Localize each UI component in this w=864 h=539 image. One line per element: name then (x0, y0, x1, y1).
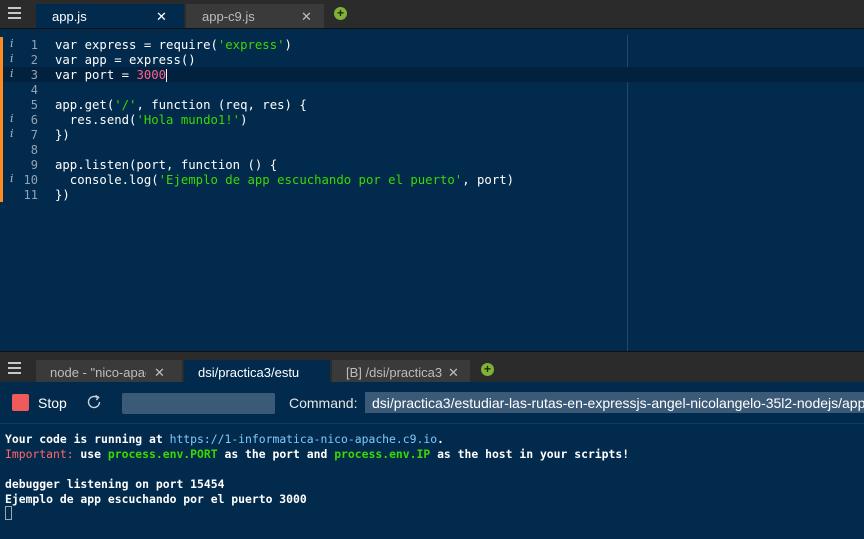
code-text: }) (55, 128, 70, 142)
env-port: process.env.PORT (107, 447, 218, 461)
line-number: 5 (30, 98, 38, 112)
string-literal: 'express' (217, 38, 285, 52)
line-number: 2 (30, 53, 38, 67)
code-token: console.log( (55, 173, 159, 187)
code-token: }) (55, 188, 70, 202)
running-suffix: . (437, 432, 444, 446)
code-token: ) (240, 113, 248, 127)
code-token: var app = express() (55, 53, 196, 67)
code-text: }) (55, 188, 70, 202)
stop-icon[interactable] (12, 394, 29, 411)
close-icon[interactable]: ✕ (156, 9, 167, 25)
terminal-cursor (5, 506, 12, 520)
console-line-debugger: debugger listening on port 15454 (5, 477, 225, 491)
console-line-important: Important: use process.env.PORT as the p… (5, 447, 629, 461)
console-output[interactable]: Your code is running at https://1-inform… (0, 424, 864, 539)
code-token: , function (req, res) { (136, 98, 307, 112)
line-number: 9 (30, 158, 38, 172)
code-line[interactable]: 4 (0, 82, 864, 97)
menu-icon[interactable] (8, 7, 21, 19)
tab-label: dsi/practica3/estu (198, 365, 300, 380)
code-line[interactable]: 9 app.listen(port, function () { (0, 157, 864, 172)
code-text: app.get('/', function (req, res) { (55, 98, 307, 112)
line-number: 6 (30, 113, 38, 127)
line-number: 3 (30, 68, 38, 82)
important-label: Important: (5, 447, 74, 461)
tab-label: app-c9.js (202, 9, 255, 24)
code-token: app.get( (55, 98, 115, 112)
command-label: Command: (289, 395, 358, 411)
code-line[interactable]: 8 (0, 142, 864, 157)
code-text: var port = 3000 (55, 68, 168, 82)
line-number: 8 (30, 143, 38, 157)
code-token: , port) (462, 173, 515, 187)
tab-runner[interactable]: dsi/practica3/estu (184, 360, 330, 383)
tab-app-js[interactable]: app.js ✕ (36, 4, 184, 28)
editor-tab-bar: app.js ✕ app-c9.js ✕ + (0, 0, 864, 29)
console-line-output: Ejemplo de app escuchando por el puerto … (5, 492, 307, 506)
tab-app-c9-js[interactable]: app-c9.js ✕ (186, 4, 324, 28)
code-text: app.listen(port, function () { (55, 158, 277, 172)
code-line[interactable]: i 10 console.log('Ejemplo de app escuchan… (0, 172, 864, 187)
code-line[interactable]: i 3 var port = 3000 (0, 67, 864, 82)
running-url-link[interactable]: https://1-informatica-nico-apache.c9.io (170, 432, 437, 446)
code-editor[interactable]: i 1 var express = require('express') i 2 var … (0, 29, 864, 351)
code-token: var port = (55, 68, 137, 82)
line-number: 7 (30, 128, 38, 142)
tab-label: [B] /dsi/practica3 (346, 365, 443, 380)
code-token: app.listen(port, function () { (55, 158, 278, 172)
important-text: use (73, 447, 108, 461)
string-literal: 'Hola mundo1!' (136, 113, 241, 127)
code-text: var app = express() (55, 53, 196, 67)
close-icon[interactable]: ✕ (301, 9, 312, 25)
text-cursor (166, 69, 168, 82)
running-prefix: Your code is running at (5, 432, 170, 446)
console-line-running: Your code is running at https://1-inform… (5, 432, 444, 446)
code-line[interactable]: i 2 var app = express() (0, 52, 864, 67)
close-icon[interactable]: ✕ (448, 365, 459, 381)
code-token: ) (284, 38, 292, 52)
code-text: var express = require('express') (55, 38, 292, 52)
code-line[interactable]: i6 res.send('Hola mundo1!') (0, 112, 864, 127)
line-number: 4 (30, 83, 38, 97)
tab-label: node - "nico-apac (50, 365, 146, 380)
code-text: console.log('Ejemplo de app escuchando p… (55, 173, 514, 187)
tab-label: app.js (52, 9, 87, 24)
code-text: res.send('Hola mundo1!') (55, 113, 248, 127)
code-token: }) (55, 128, 70, 142)
line-number: 11 (23, 188, 38, 202)
tab-node-process[interactable]: node - "nico-apac ✕ (36, 360, 182, 383)
console-tab-bar: node - "nico-apac ✕ dsi/practica3/estu [… (0, 351, 864, 383)
important-text: as the host in your scripts! (430, 447, 630, 461)
line-number: 1 (30, 38, 38, 52)
number-literal: 3000 (136, 68, 167, 82)
runner-select[interactable] (122, 393, 275, 414)
stop-button[interactable]: Stop (38, 395, 67, 411)
plus-icon[interactable]: + (481, 363, 494, 376)
runner-toolbar: Stop Command: dsi/practica3/estudiar-las… (0, 382, 864, 424)
command-input[interactable]: dsi/practica3/estudiar-las-rutas-en-expr… (365, 392, 864, 413)
restart-icon[interactable] (85, 393, 103, 411)
plus-icon[interactable]: + (334, 7, 347, 20)
code-line[interactable]: i 7}) (0, 127, 864, 142)
tab-bash[interactable]: [B] /dsi/practica3 ✕ (332, 360, 470, 383)
menu-icon[interactable] (8, 362, 21, 374)
code-token: var express = require( (55, 38, 218, 52)
string-literal: '/' (114, 98, 137, 112)
code-token: res.send( (55, 113, 137, 127)
code-line[interactable]: 5 app.get('/', function (req, res) { (0, 97, 864, 112)
string-literal: 'Ejemplo de app escuchando por el puerto… (158, 173, 463, 187)
code-line[interactable]: 11}) (0, 187, 864, 202)
code-line[interactable]: i 1 var express = require('express') (0, 37, 864, 52)
env-ip: process.env.IP (334, 447, 431, 461)
important-text: as the port and (217, 447, 335, 461)
line-number: 10 (23, 173, 38, 187)
close-icon[interactable]: ✕ (154, 365, 165, 381)
